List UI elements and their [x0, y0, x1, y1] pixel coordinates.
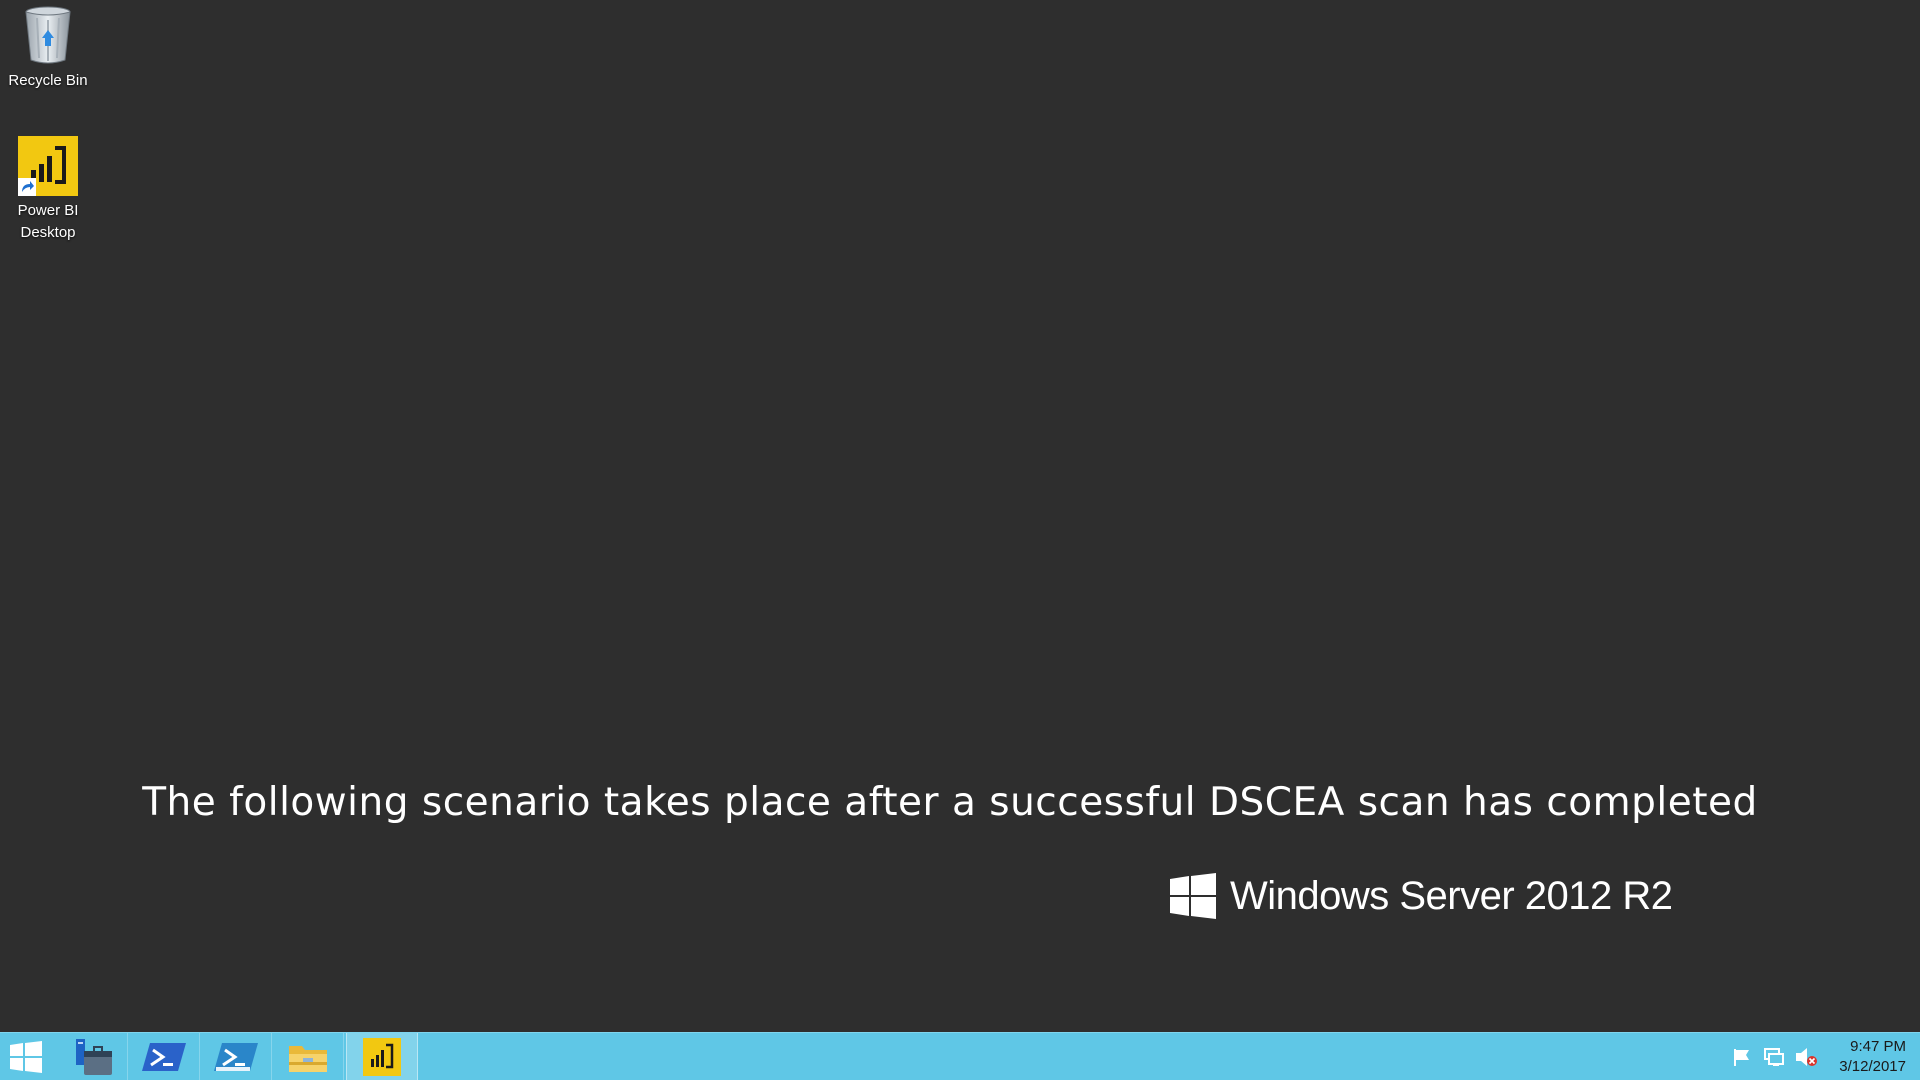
powershell-icon: [141, 1042, 186, 1071]
file-explorer-button[interactable]: [272, 1033, 344, 1080]
start-button[interactable]: [0, 1033, 52, 1080]
server-manager-icon: [75, 1038, 112, 1075]
shortcut-arrow-icon: [18, 178, 36, 196]
windows-logo-icon: [1170, 873, 1216, 919]
action-center-flag-icon[interactable]: [1730, 1045, 1754, 1069]
clock-date: 3/12/2017: [1839, 1058, 1906, 1075]
clock-time: 9:47 PM: [1850, 1038, 1906, 1055]
system-clock[interactable]: 9:47 PM 3/12/2017: [1816, 1037, 1906, 1077]
scenario-caption: The following scenario takes place after…: [142, 780, 1758, 825]
power-bi-desktop-shortcut[interactable]: Power BI Desktop: [0, 136, 96, 244]
volume-muted-icon[interactable]: [1794, 1045, 1818, 1069]
server-manager-button[interactable]: [56, 1033, 128, 1080]
windows-server-brand-text: Windows Server 2012 R2: [1230, 873, 1673, 918]
recycle-bin-label: Recycle Bin: [8, 72, 88, 89]
powershell-ise-icon: [213, 1042, 258, 1071]
power-bi-icon: [363, 1037, 401, 1076]
powershell-button[interactable]: [128, 1033, 200, 1080]
windows-server-branding: Windows Server 2012 R2: [1170, 872, 1673, 920]
folder-icon: [288, 1045, 327, 1072]
desktop[interactable]: Recycle Bin Power BI Desktop The followi…: [0, 0, 1920, 1032]
recycle-bin-shortcut[interactable]: Recycle Bin: [0, 4, 96, 92]
power-bi-desktop-label: Power BI Desktop: [17, 202, 79, 241]
powershell-ise-button[interactable]: [200, 1033, 272, 1080]
network-icon[interactable]: [1762, 1045, 1786, 1069]
windows-logo-icon: [10, 1040, 42, 1073]
recycle-bin-icon: [25, 6, 71, 64]
power-bi-button[interactable]: [346, 1033, 418, 1080]
taskbar: 9:47 PM 3/12/2017: [0, 1032, 1920, 1080]
